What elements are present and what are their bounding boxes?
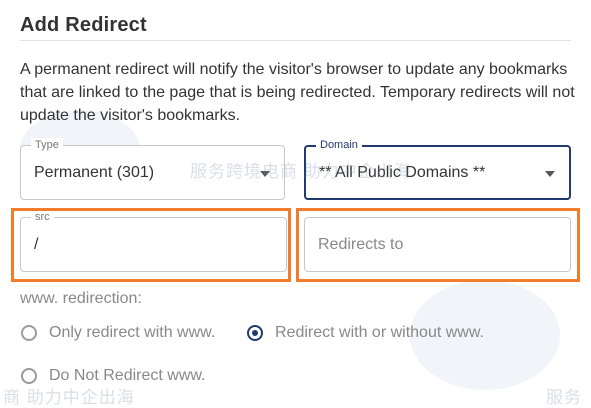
radio-only-with-www[interactable]: Only redirect with www. [21, 324, 215, 342]
page-title: Add Redirect [20, 14, 147, 36]
redirect-description: A permanent redirect will notify the vis… [20, 61, 575, 124]
domain-value: ** All Public Domains ** [319, 163, 486, 181]
radio-label: Only redirect with www. [49, 324, 216, 341]
domain-select[interactable]: Domain ** All Public Domains ** [304, 138, 571, 200]
radio-button[interactable] [21, 325, 37, 341]
radio-with-or-without-www[interactable]: Redirect with or without www. [247, 324, 484, 342]
watermark-text: 商 助力中企出海 [3, 388, 135, 407]
radio-label: Redirect with or without www. [275, 324, 484, 341]
type-select[interactable]: Type Permanent (301) [20, 138, 285, 200]
type-value: Permanent (301) [34, 163, 155, 181]
src-input[interactable]: src / [20, 210, 287, 272]
redirects-to-placeholder: Redirects to [318, 235, 404, 253]
radio-button-checked[interactable] [247, 325, 263, 341]
radio-label: Do Not Redirect www. [49, 367, 206, 384]
www-redirection-label: www. redirection: [20, 290, 142, 307]
title-divider [20, 40, 571, 41]
radio-button[interactable] [21, 368, 37, 384]
watermark-text: 服务 [546, 388, 582, 407]
radio-do-not-redirect-www[interactable]: Do Not Redirect www. [21, 367, 206, 385]
src-value: / [34, 235, 39, 253]
chevron-down-icon [260, 170, 270, 177]
chevron-down-icon [545, 170, 555, 177]
redirects-to-input[interactable]: Redirects to [304, 217, 571, 272]
